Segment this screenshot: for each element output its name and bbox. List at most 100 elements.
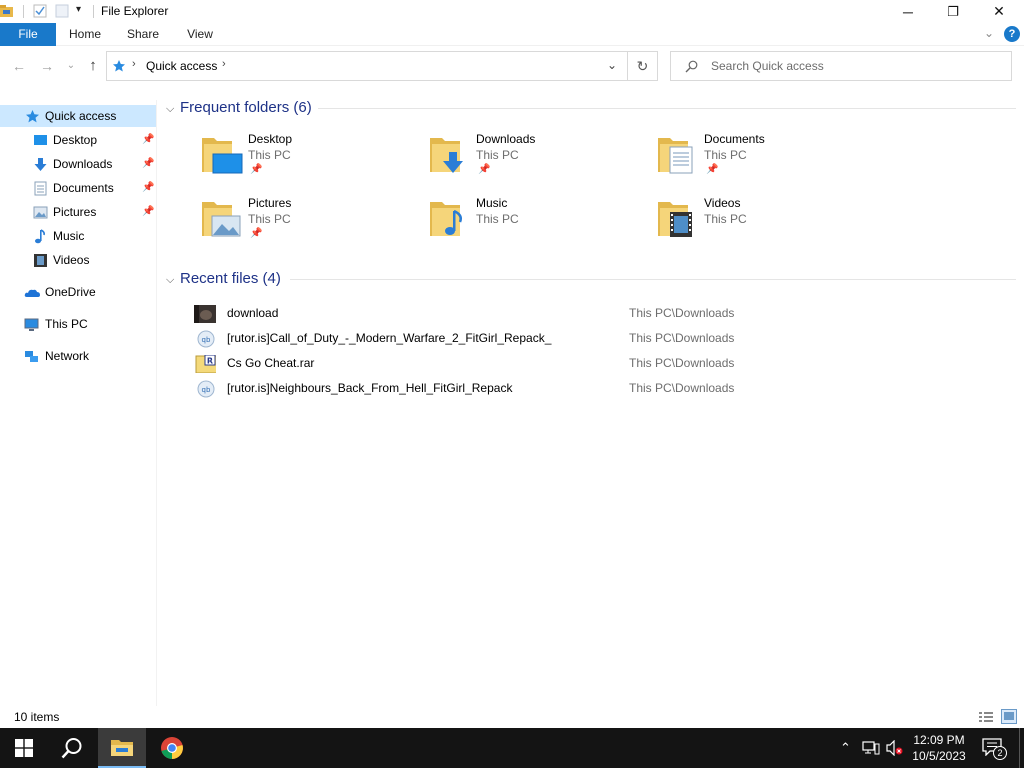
videos-folder-icon xyxy=(658,202,692,237)
properties-icon[interactable] xyxy=(33,4,47,18)
search-taskbar-button[interactable] xyxy=(48,728,96,768)
taskbar-chrome[interactable] xyxy=(148,728,196,768)
tab-file[interactable]: File xyxy=(0,23,56,46)
large-icons-view-icon[interactable] xyxy=(1001,709,1017,724)
list-item[interactable]: download This PC\Downloads xyxy=(192,302,1012,326)
action-center-button[interactable]: 2 xyxy=(980,736,1007,760)
folder-location: This PC xyxy=(704,212,747,226)
volume-muted-icon[interactable] xyxy=(886,740,904,756)
collapse-chevron-icon[interactable]: ⌵ xyxy=(166,274,180,287)
refresh-button[interactable]: ↻ xyxy=(628,51,658,81)
folder-name: Downloads xyxy=(476,132,536,146)
file-name: [rutor.is]Neighbours_Back_From_Hell_FitG… xyxy=(227,381,513,395)
tab-view[interactable]: View xyxy=(176,23,224,46)
list-item[interactable]: qb [rutor.is]Call_of_Duty_-_Modern_Warfa… xyxy=(192,327,1012,351)
navigation-bar: ← → ⌄ ↑ › Quick access › ⌄ ↻ Search Quic… xyxy=(0,46,1024,88)
file-explorer-app-icon[interactable] xyxy=(0,4,14,18)
section-divider xyxy=(290,279,1016,280)
back-button[interactable]: ← xyxy=(9,56,29,76)
file-name: Cs Go Cheat.rar xyxy=(227,356,315,370)
taskbar: ⌃ 12:09 PM 10/5/2023 2 xyxy=(0,728,1024,768)
tab-home[interactable]: Home xyxy=(60,23,110,46)
sidebar-item-label: This PC xyxy=(45,317,88,331)
details-view-icon[interactable] xyxy=(978,710,994,724)
customize-qat-dropdown-icon[interactable]: ▾ xyxy=(76,4,81,15)
navigation-pane: Quick access Desktop 📌 Downloads 📌 Docum… xyxy=(0,100,157,706)
folder-name: Desktop xyxy=(248,132,293,146)
chrome-icon xyxy=(161,737,183,759)
list-item[interactable]: qb [rutor.is]Neighbours_Back_From_Hell_F… xyxy=(192,377,1012,401)
folder-location: This PC xyxy=(248,212,291,226)
desktop-icon xyxy=(34,135,47,145)
address-history-dropdown-icon[interactable]: ⌄ xyxy=(607,58,617,72)
file-explorer-icon xyxy=(111,740,133,756)
help-icon[interactable]: ? xyxy=(1004,26,1020,42)
downloads-folder-icon xyxy=(430,138,463,173)
pin-icon: 📌 xyxy=(142,206,155,217)
status-bar: 10 items xyxy=(0,706,1024,728)
title-divider xyxy=(93,5,94,18)
breadcrumb-quick-access[interactable]: Quick access xyxy=(146,59,217,73)
sidebar-item-network[interactable]: Network xyxy=(0,345,156,367)
item-count: 10 items xyxy=(14,710,60,724)
new-folder-icon[interactable] xyxy=(55,4,69,18)
file-location: This PC\Downloads xyxy=(629,381,735,395)
minimize-button[interactable]: ─ xyxy=(885,0,931,23)
folder-tile-pictures[interactable]: Pictures This PC 📌 xyxy=(200,196,420,252)
star-icon xyxy=(26,110,39,123)
pictures-icon xyxy=(33,206,48,219)
sidebar-item-music[interactable]: Music xyxy=(0,225,156,247)
start-button[interactable] xyxy=(0,728,48,768)
videos-icon xyxy=(34,254,47,267)
folder-tile-videos[interactable]: Videos This PC xyxy=(656,196,876,252)
desktop-folder-icon xyxy=(202,138,243,174)
close-button[interactable]: ✕ xyxy=(976,0,1022,23)
recent-files-title: Recent files (4) xyxy=(180,270,281,287)
clock-time: 12:09 PM xyxy=(913,733,965,747)
sidebar-item-onedrive[interactable]: OneDrive xyxy=(0,281,156,303)
quick-access-star-icon xyxy=(113,60,125,72)
address-bar[interactable]: › Quick access › ⌄ xyxy=(106,51,628,81)
show-desktop-button[interactable] xyxy=(1019,728,1024,768)
svg-text:R: R xyxy=(207,357,213,366)
frequent-folders-header[interactable]: ⌵ Frequent folders (6) xyxy=(166,99,312,116)
expand-ribbon-chevron-icon[interactable]: ⌄ xyxy=(984,26,994,40)
breadcrumb-separator-icon[interactable]: › xyxy=(132,58,136,70)
taskbar-file-explorer[interactable] xyxy=(98,728,146,768)
sidebar-item-downloads[interactable]: Downloads 📌 xyxy=(0,153,156,175)
sidebar-item-videos[interactable]: Videos xyxy=(0,249,156,271)
sidebar-item-this-pc[interactable]: This PC xyxy=(0,313,156,335)
section-divider xyxy=(318,108,1016,109)
folder-tile-music[interactable]: Music This PC xyxy=(428,196,648,252)
sidebar-item-documents[interactable]: Documents 📌 xyxy=(0,177,156,199)
sidebar-item-quick-access[interactable]: Quick access xyxy=(0,105,156,127)
qat-divider xyxy=(23,5,24,18)
recent-files-header[interactable]: ⌵ Recent files (4) xyxy=(166,270,281,287)
show-hidden-icons-chevron-icon[interactable]: ⌃ xyxy=(840,740,851,756)
forward-button[interactable]: → xyxy=(37,56,57,76)
search-box[interactable]: Search Quick access xyxy=(670,51,1012,81)
title-bar: ▾ File Explorer ─ ❐ ✕ xyxy=(0,0,1024,23)
list-item[interactable]: R Cs Go Cheat.rar This PC\Downloads xyxy=(192,352,1012,376)
ribbon: File Home Share View ⌄ ? xyxy=(0,23,1024,46)
tab-share[interactable]: Share xyxy=(118,23,168,46)
network-status-icon[interactable] xyxy=(862,740,880,756)
folder-tile-desktop[interactable]: Desktop This PC 📌 xyxy=(200,132,420,188)
maximize-button[interactable]: ❐ xyxy=(930,0,976,23)
folder-name: Videos xyxy=(704,196,741,210)
search-icon xyxy=(61,738,82,759)
recent-locations-button[interactable]: ⌄ xyxy=(61,56,81,76)
breadcrumb-chevron-icon[interactable]: › xyxy=(222,58,226,70)
collapse-chevron-icon[interactable]: ⌵ xyxy=(166,103,180,116)
sidebar-item-desktop[interactable]: Desktop 📌 xyxy=(0,129,156,151)
sidebar-item-label: Documents xyxy=(53,181,114,195)
taskbar-clock[interactable]: 12:09 PM 10/5/2023 xyxy=(908,732,970,764)
pin-icon: 📌 xyxy=(142,182,155,193)
folder-tile-documents[interactable]: Documents This PC 📌 xyxy=(656,132,876,188)
up-button[interactable]: ↑ xyxy=(83,56,103,76)
folder-tile-downloads[interactable]: Downloads This PC 📌 xyxy=(428,132,648,188)
search-input[interactable]: Search Quick access xyxy=(711,59,824,73)
sidebar-item-label: Desktop xyxy=(53,133,98,147)
sidebar-item-pictures[interactable]: Pictures 📌 xyxy=(0,201,156,223)
rar-archive-icon: R xyxy=(195,355,216,373)
